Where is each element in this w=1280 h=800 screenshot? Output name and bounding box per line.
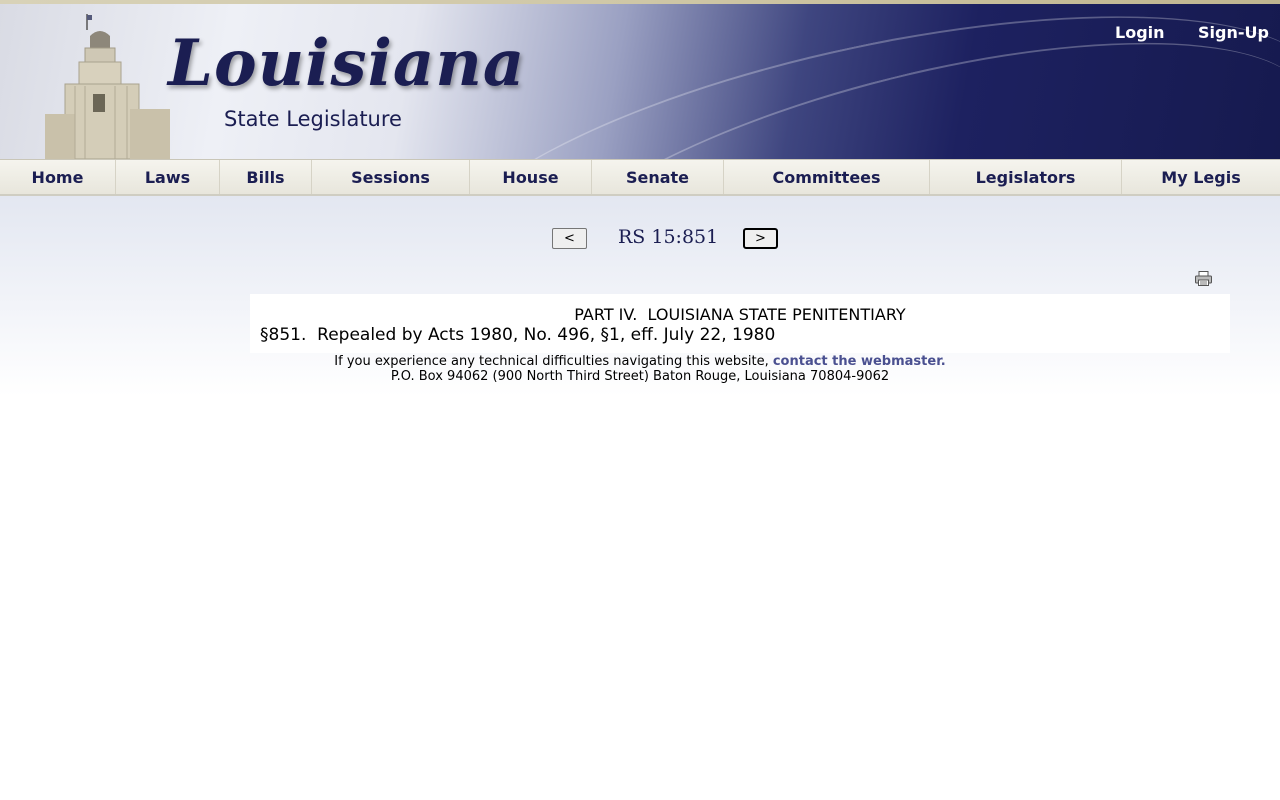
logo-subtitle: State Legislature: [224, 107, 402, 131]
capitol-building-icon: [45, 14, 170, 159]
nav-item-committees[interactable]: Committees: [724, 160, 930, 194]
footer-address: P.O. Box 94062 (900 North Third Street) …: [390, 369, 890, 384]
nav-item-senate[interactable]: Senate: [592, 160, 724, 194]
page-footer: If you experience any technical difficul…: [0, 354, 1280, 384]
statute-document: PART IV. LOUISIANA STATE PENITENTIARY §8…: [250, 294, 1230, 353]
main-nav: Home Laws Bills Sessions House Senate Co…: [0, 159, 1280, 196]
contact-webmaster-link[interactable]: contact the webmaster.: [773, 354, 946, 369]
next-section-button[interactable]: >: [743, 228, 778, 249]
nav-item-sessions[interactable]: Sessions: [312, 160, 470, 194]
nav-item-my-legis[interactable]: My Legis: [1122, 160, 1280, 194]
nav-item-laws[interactable]: Laws: [116, 160, 220, 194]
nav-item-bills[interactable]: Bills: [220, 160, 312, 194]
nav-item-house[interactable]: House: [470, 160, 592, 194]
nav-item-legislators[interactable]: Legislators: [930, 160, 1122, 194]
nav-item-home[interactable]: Home: [0, 160, 116, 194]
section-text: §851. Repealed by Acts 1980, No. 496, §1…: [260, 325, 776, 345]
printer-icon[interactable]: [1195, 271, 1212, 286]
footer-help-text: If you experience any technical difficul…: [334, 354, 773, 369]
footer-help-line: If you experience any technical difficul…: [0, 354, 1280, 369]
previous-section-button[interactable]: <: [552, 228, 587, 249]
login-link[interactable]: Login: [1115, 23, 1165, 42]
signup-link[interactable]: Sign-Up: [1198, 23, 1269, 42]
part-heading: PART IV. LOUISIANA STATE PENITENTIARY: [574, 305, 906, 324]
site-header: Louisiana State Legislature Login Sign-U…: [0, 4, 1280, 159]
statute-title: RS 15:851: [618, 226, 719, 248]
logo-title: Louisiana: [168, 26, 526, 101]
